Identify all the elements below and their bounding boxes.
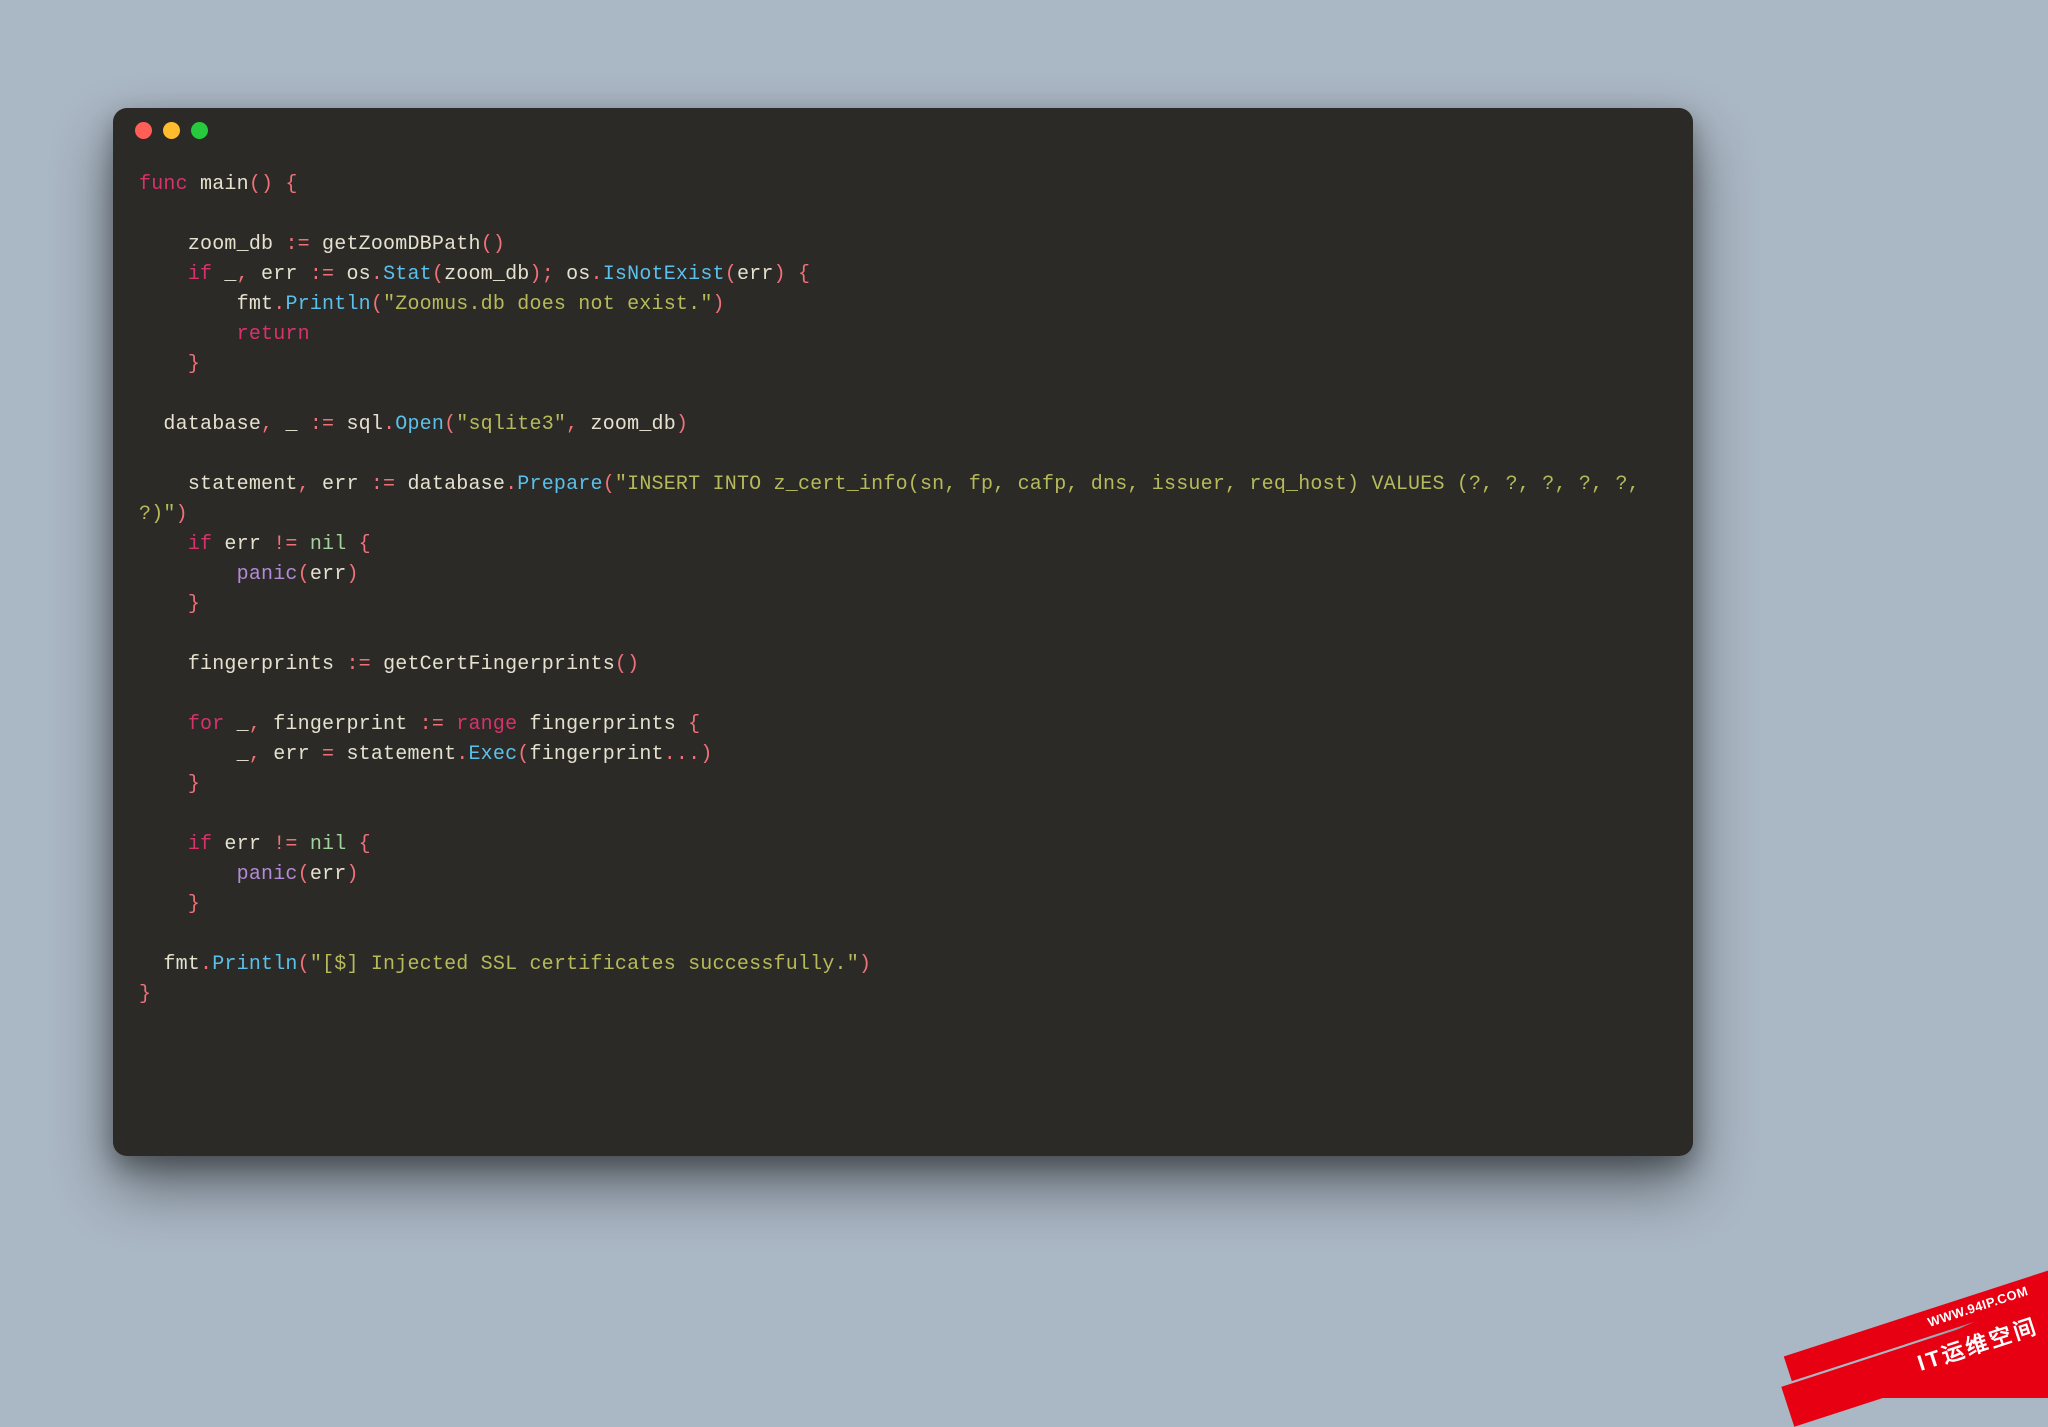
code-block: func main() { zoom_db := getZoomDBPath()… xyxy=(113,152,1693,1010)
minimize-icon[interactable] xyxy=(163,122,180,139)
watermark-url: WWW.94IP.COM xyxy=(1784,1233,2048,1381)
zoom-icon[interactable] xyxy=(191,122,208,139)
code-window: func main() { zoom_db := getZoomDBPath()… xyxy=(113,108,1693,1156)
watermark-title: IT运维空间 xyxy=(1781,1263,2048,1427)
close-icon[interactable] xyxy=(135,122,152,139)
watermark-badge: WWW.94IP.COM IT运维空间 xyxy=(1748,1238,2048,1398)
window-titlebar xyxy=(113,108,1693,152)
